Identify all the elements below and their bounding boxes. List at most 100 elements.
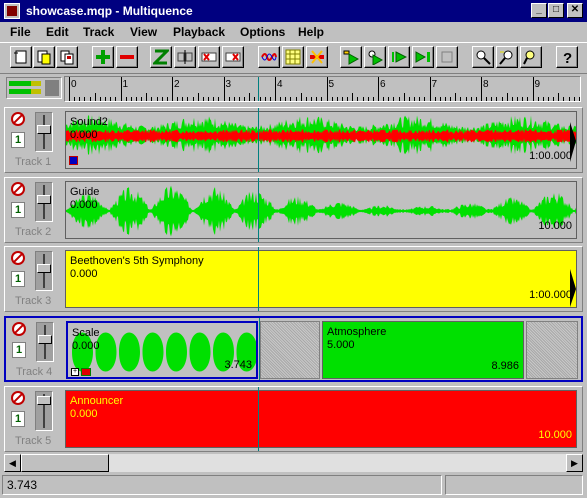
fader-knob[interactable] — [37, 396, 51, 405]
track-lane[interactable]: Guide 0.000 10.000 — [63, 178, 578, 242]
track-1[interactable]: 1 Track 1 Sound2 0.000 1:00.000 — [4, 107, 583, 173]
minimize-button[interactable]: _ — [531, 3, 547, 18]
track-4[interactable]: 1 Track 4 Scale 0.000 3.743 + Atmosphere … — [4, 316, 583, 382]
audio-clip[interactable]: Sound2 0.000 1:00.000 — [65, 111, 577, 169]
zoom-fit-button[interactable] — [150, 46, 172, 68]
ruler-tick — [455, 93, 457, 101]
ruler-tick — [517, 97, 519, 101]
track-number[interactable]: 1 — [11, 202, 25, 218]
fader-knob[interactable] — [37, 125, 51, 134]
fader-knob[interactable] — [38, 335, 52, 344]
volume-fader[interactable] — [35, 251, 53, 291]
save-project-button[interactable] — [56, 46, 78, 68]
mute-icon[interactable] — [12, 322, 26, 336]
delete-right-button[interactable] — [222, 46, 244, 68]
clip-start: 0.000 — [72, 340, 100, 352]
mute-icon[interactable] — [11, 112, 25, 126]
ruler-tick — [408, 97, 410, 101]
ruler-tick — [249, 93, 251, 101]
close-button[interactable]: ✕ — [567, 3, 583, 18]
zoom-out-button[interactable] — [496, 46, 518, 68]
menu-options[interactable]: Options — [240, 25, 285, 39]
play-from-start-button[interactable] — [340, 46, 362, 68]
mute-icon[interactable] — [11, 391, 25, 405]
fader-knob[interactable] — [37, 195, 51, 204]
zoom-all-button[interactable] — [520, 46, 542, 68]
track-3[interactable]: 1 Track 3 Beethoven's 5th Symphony 0.000… — [4, 246, 583, 312]
track-lane[interactable]: Beethoven's 5th Symphony 0.000 1:00.000 — [63, 247, 578, 311]
audio-clip[interactable]: Atmosphere 5.000 8.986 — [322, 321, 524, 379]
mute-icon[interactable] — [11, 251, 25, 265]
maximize-button[interactable]: □ — [548, 3, 564, 18]
new-project-button[interactable] — [10, 46, 32, 68]
fader-knob[interactable] — [37, 264, 51, 273]
stop-button[interactable] — [436, 46, 458, 68]
volume-fader[interactable] — [35, 391, 53, 431]
menu-help[interactable]: Help — [298, 25, 324, 39]
split-clip-button[interactable] — [174, 46, 196, 68]
open-project-button[interactable] — [33, 46, 55, 68]
mute-icon[interactable] — [11, 182, 25, 196]
volume-fader[interactable] — [35, 182, 53, 222]
ruler-tick — [465, 97, 467, 101]
empty-region[interactable] — [526, 321, 578, 379]
clip-start: 0.000 — [70, 199, 98, 211]
ruler-tick — [202, 97, 204, 101]
play-to-end-button[interactable] — [412, 46, 434, 68]
track-5[interactable]: 1 Track 5 Announcer 0.000 10.000 — [4, 386, 583, 452]
scroll-right-button[interactable]: ▶ — [566, 454, 583, 472]
delete-left-button[interactable] — [198, 46, 220, 68]
zoom-in-button[interactable] — [472, 46, 494, 68]
master-level-meter — [6, 77, 62, 99]
audio-clip[interactable]: Announcer 0.000 10.000 — [65, 390, 577, 448]
audio-clip[interactable]: Guide 0.000 10.000 — [65, 181, 577, 239]
track-2[interactable]: 1 Track 2 Guide 0.000 10.000 — [4, 177, 583, 243]
menu-file[interactable]: File — [10, 25, 31, 39]
remove-track-button[interactable] — [116, 46, 138, 68]
menu-edit[interactable]: Edit — [46, 25, 69, 39]
ruler-tick — [135, 97, 137, 101]
track-number[interactable]: 1 — [11, 271, 25, 287]
help-button[interactable]: ? — [556, 46, 578, 68]
ruler-tick — [429, 77, 431, 101]
menu-view[interactable]: View — [130, 25, 157, 39]
track-number[interactable]: 1 — [11, 132, 25, 148]
app-icon[interactable] — [4, 3, 20, 19]
add-track-button[interactable] — [92, 46, 114, 68]
ruler-tick — [424, 97, 426, 101]
track-lane[interactable]: Sound2 0.000 1:00.000 — [63, 108, 578, 172]
ruler-tick — [434, 97, 436, 101]
audio-clip[interactable]: Scale 0.000 3.743 + — [66, 321, 258, 379]
volume-fader[interactable] — [36, 322, 54, 362]
track-lane[interactable]: Scale 0.000 3.743 + Atmosphere 5.000 8.98… — [64, 318, 579, 380]
normalize-button[interactable] — [258, 46, 280, 68]
scroll-left-button[interactable]: ◀ — [4, 454, 21, 472]
track-number[interactable]: 1 — [11, 411, 25, 427]
ruler-tick — [372, 97, 374, 101]
clip-expand-icon[interactable]: + — [71, 368, 79, 376]
play-button[interactable] — [388, 46, 410, 68]
grid-snap-button[interactable] — [282, 46, 304, 68]
zoom-out-icon — [499, 50, 513, 65]
ruler-tick — [537, 97, 539, 101]
scroll-thumb[interactable] — [21, 454, 109, 472]
horizontal-scrollbar[interactable]: ◀ ▶ — [4, 454, 583, 472]
track-number[interactable]: 1 — [12, 342, 26, 358]
play-selection-button[interactable] — [364, 46, 386, 68]
title-bar: showcase.mqp - Multiquence _ □ ✕ — [0, 0, 587, 22]
time-ruler[interactable]: 0 1 2 3 4 5 6 7 8 9 — [64, 76, 581, 102]
ruler-tick — [182, 97, 184, 101]
track-lane[interactable]: Announcer 0.000 10.000 — [63, 387, 578, 451]
menu-track[interactable]: Track — [83, 25, 114, 39]
empty-region[interactable] — [260, 321, 320, 379]
menu-playback[interactable]: Playback — [173, 25, 225, 39]
ruler-tick — [511, 97, 513, 101]
ruler-tick — [491, 97, 493, 101]
ruler-tick — [305, 97, 307, 101]
track-controls: 1 Track 2 — [5, 178, 63, 242]
crossfade-button[interactable] — [306, 46, 328, 68]
volume-fader[interactable] — [35, 112, 53, 152]
audio-clip[interactable]: Beethoven's 5th Symphony 0.000 1:00.000 — [65, 250, 577, 308]
ruler-tick — [269, 97, 271, 101]
zoom-in-icon — [476, 50, 491, 65]
